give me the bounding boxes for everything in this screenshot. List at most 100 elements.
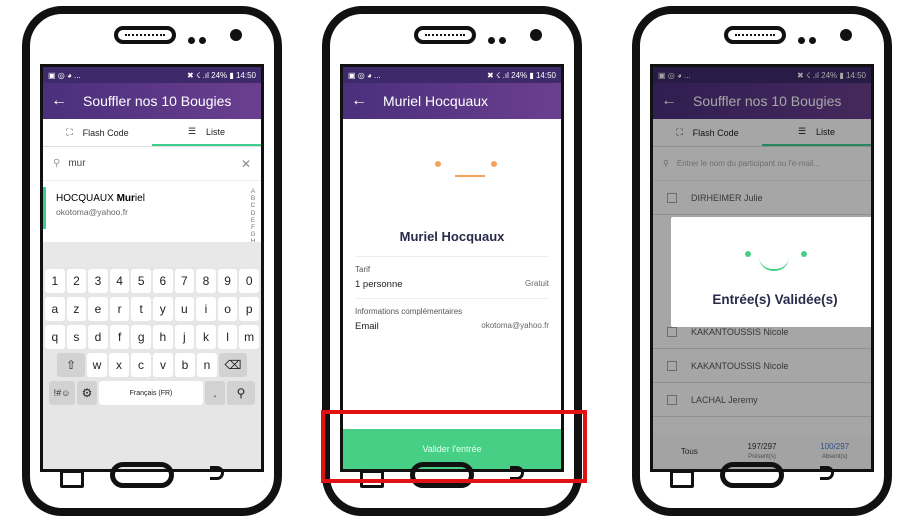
key-w[interactable]: w [87,353,107,377]
validation-modal: Entrée(s) Validée(s) [671,217,871,327]
face-eye-right [801,251,807,257]
recent-apps-icon[interactable] [60,470,84,488]
participant-name: Muriel Hocquaux [399,229,505,244]
key-k[interactable]: k [196,325,216,349]
keyboard-row-numbers: 1234567890 [45,269,259,293]
earpiece [114,26,176,44]
alphabet-letter[interactable]: B [249,195,257,202]
alphabet-letter[interactable]: A [249,188,257,195]
status-bar: ▣ ◎ ◕ ... ✖ ☇ .ıl 24% ▮ 14:50 [343,67,561,83]
sensor-dots [798,31,828,44]
key-0[interactable]: 0 [239,269,259,293]
modal-message: Entrée(s) Validée(s) [712,292,838,307]
alphabet-letter[interactable]: C [249,202,257,209]
key-e[interactable]: e [88,297,108,321]
keyboard-row-3: ⇧ wxcvbn ⌫ [45,353,259,377]
tab-bar: ⛶ Flash Code ☰ Liste [43,119,261,147]
email-label: Email [355,321,379,332]
face-mouth [455,175,485,177]
key-x[interactable]: x [109,353,129,377]
face-eye-right [491,161,497,167]
search-input[interactable]: mur [68,158,241,169]
settings-key-icon[interactable]: ⚙ [77,381,97,405]
list-icon: ☰ [187,126,197,136]
keyboard-row-1: azertyuiop [45,297,259,321]
name-suffix: iel [134,193,145,204]
email-value: okotoma@yahoo.fr [481,321,549,330]
sensor-dots [488,31,518,44]
key-g[interactable]: g [131,325,151,349]
tab-liste[interactable]: ☰ Liste [152,119,261,146]
search-icon: ⚲ [53,158,61,169]
key-t[interactable]: t [131,297,151,321]
key-i[interactable]: i [196,297,216,321]
tab-flash-code[interactable]: ⛶ Flash Code [43,119,152,146]
home-button[interactable] [720,462,784,488]
key-a[interactable]: a [45,297,65,321]
status-right: ✖ ☇ .ıl 24% ▮ 14:50 [486,70,556,80]
phone-frame-search: ▣ ◎ ◕ ... ✖ ☇ .ıl 24% ▮ 14:50 ← Souffler… [22,6,282,516]
key-6[interactable]: 6 [153,269,173,293]
key-3[interactable]: 3 [88,269,108,293]
key-1[interactable]: 1 [45,269,65,293]
key-s[interactable]: s [66,325,87,349]
status-left: ▣ ◎ ◕ ... [348,70,381,80]
alphabet-letter[interactable]: E [249,217,257,224]
key-8[interactable]: 8 [196,269,216,293]
key-o[interactable]: o [217,297,238,321]
back-arrow-icon[interactable]: ← [51,92,67,110]
key-c[interactable]: c [131,353,151,377]
front-camera [530,29,542,41]
key-2[interactable]: 2 [66,269,87,293]
alphabet-letter[interactable]: D [249,210,257,217]
app-bar: ← Muriel Hocquaux [343,83,561,119]
tab-liste-label: Liste [206,126,226,137]
alphabet-letter[interactable]: G [249,231,257,238]
key-5[interactable]: 5 [131,269,151,293]
key-n[interactable]: n [197,353,217,377]
back-button-icon[interactable] [820,466,834,480]
key-p[interactable]: p [239,297,259,321]
shift-key[interactable]: ⇧ [57,353,85,377]
key-y[interactable]: y [153,297,173,321]
key-q[interactable]: q [45,325,65,349]
key-j[interactable]: j [174,325,195,349]
key-4[interactable]: 4 [109,269,130,293]
highlight-box [321,410,587,483]
scan-icon: ⛶ [66,127,73,137]
recent-apps-icon[interactable] [670,470,694,488]
key-m[interactable]: m [239,325,259,349]
face-eye-left [435,161,441,167]
key-v[interactable]: v [153,353,173,377]
back-button-icon[interactable] [210,466,224,480]
key-z[interactable]: z [66,297,87,321]
emoji-key[interactable]: !#☺ [49,381,75,405]
sensor-dots [188,31,218,44]
name-prefix: HOCQUAUX [56,193,117,204]
page-title: Souffler nos 10 Bougies [83,93,232,109]
front-camera [840,29,852,41]
key-f[interactable]: f [109,325,130,349]
alphabet-letter[interactable]: F [249,224,257,231]
back-arrow-icon[interactable]: ← [351,92,367,110]
app-bar: ← Souffler nos 10 Bougies [43,83,261,119]
key-7[interactable]: 7 [174,269,195,293]
earpiece [724,26,786,44]
smile-icon [759,257,789,271]
key-b[interactable]: b [175,353,195,377]
key-h[interactable]: h [153,325,173,349]
key-u[interactable]: u [174,297,195,321]
key-r[interactable]: r [109,297,130,321]
email-row: Email okotoma@yahoo.fr [355,316,549,340]
key-l[interactable]: l [217,325,238,349]
key-d[interactable]: d [88,325,108,349]
hardware-nav [640,460,884,500]
space-key[interactable]: Français (FR) [99,381,203,405]
list-item[interactable]: HOCQUAUX Muriel okotoma@yahoo.fr [43,187,261,229]
backspace-key[interactable]: ⌫ [219,353,247,377]
clear-icon[interactable]: ✕ [241,157,251,171]
home-button[interactable] [110,462,174,488]
key-9[interactable]: 9 [217,269,238,293]
search-key-icon[interactable]: ⚲ [227,381,255,405]
period-key[interactable]: . [205,381,225,405]
